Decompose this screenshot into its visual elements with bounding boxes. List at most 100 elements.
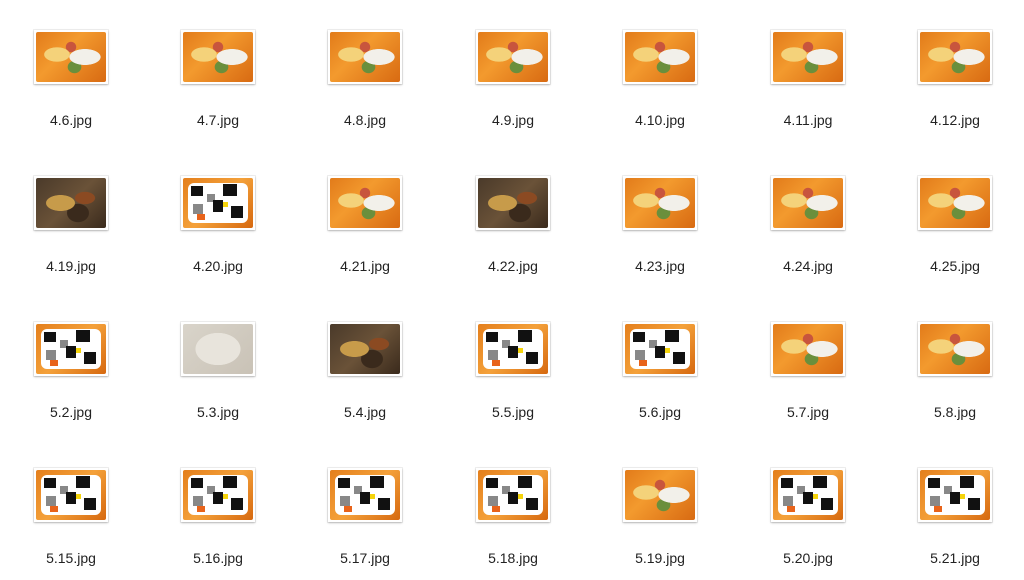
file-item[interactable]: 5.15.jpg	[11, 468, 131, 580]
file-name-label: 4.8.jpg	[343, 112, 387, 128]
thumbnail-frame[interactable]	[918, 30, 992, 84]
image-thumbnail	[183, 32, 253, 82]
image-thumbnail	[920, 32, 990, 82]
file-item[interactable]: 5.8.jpg	[895, 322, 1015, 452]
image-thumbnail	[773, 178, 843, 228]
thumbnail-frame[interactable]	[623, 468, 697, 522]
file-item[interactable]: 4.10.jpg	[600, 30, 720, 160]
file-item[interactable]: 4.12.jpg	[895, 30, 1015, 160]
thumbnail-frame[interactable]	[771, 30, 845, 84]
image-thumbnail	[330, 470, 400, 520]
thumbnail-frame[interactable]	[918, 322, 992, 376]
thumbnail-frame[interactable]	[328, 176, 402, 230]
file-item[interactable]: 4.23.jpg	[600, 176, 720, 306]
file-name-label: 5.15.jpg	[46, 550, 96, 566]
image-thumbnail	[330, 32, 400, 82]
file-name-label: 5.6.jpg	[638, 404, 682, 420]
thumbnail-frame[interactable]	[328, 468, 402, 522]
thumbnail-frame[interactable]	[771, 322, 845, 376]
file-item[interactable]: 4.25.jpg	[895, 176, 1015, 306]
image-thumbnail	[478, 324, 548, 374]
image-thumbnail	[625, 178, 695, 228]
image-thumbnail	[773, 324, 843, 374]
file-item[interactable]: 4.19.jpg	[11, 176, 131, 306]
thumbnail-frame[interactable]	[34, 30, 108, 84]
file-name-label: 4.9.jpg	[491, 112, 535, 128]
file-item[interactable]: 4.8.jpg	[305, 30, 425, 160]
thumbnail-frame[interactable]	[476, 322, 550, 376]
image-thumbnail	[183, 470, 253, 520]
thumbnail-frame[interactable]	[328, 30, 402, 84]
file-name-label: 4.23.jpg	[635, 258, 685, 274]
file-item[interactable]: 5.2.jpg	[11, 322, 131, 452]
thumbnail-frame[interactable]	[34, 176, 108, 230]
image-thumbnail	[330, 178, 400, 228]
image-thumbnail	[773, 470, 843, 520]
thumbnail-frame[interactable]	[476, 30, 550, 84]
image-thumbnail	[36, 178, 106, 228]
thumbnail-frame[interactable]	[181, 30, 255, 84]
file-name-label: 5.21.jpg	[930, 550, 980, 566]
image-thumbnail	[330, 324, 400, 374]
file-name-label: 5.2.jpg	[49, 404, 93, 420]
file-name-label: 5.8.jpg	[933, 404, 977, 420]
thumbnail-frame[interactable]	[771, 468, 845, 522]
image-thumbnail	[183, 178, 253, 228]
file-grid: 4.6.jpg 4.7.jpg 4.8.jpg 4.9.jpg 4.10.jpg 4.11…	[0, 0, 1024, 580]
file-name-label: 5.7.jpg	[786, 404, 830, 420]
file-item[interactable]: 5.19.jpg	[600, 468, 720, 580]
file-name-label: 4.12.jpg	[930, 112, 980, 128]
file-item[interactable]: 5.20.jpg	[748, 468, 868, 580]
file-name-label: 5.20.jpg	[783, 550, 833, 566]
file-name-label: 5.3.jpg	[196, 404, 240, 420]
thumbnail-frame[interactable]	[34, 322, 108, 376]
file-item[interactable]: 5.4.jpg	[305, 322, 425, 452]
file-item[interactable]: 4.9.jpg	[453, 30, 573, 160]
file-item[interactable]: 4.6.jpg	[11, 30, 131, 160]
thumbnail-frame[interactable]	[771, 176, 845, 230]
file-name-label: 4.11.jpg	[783, 112, 833, 128]
thumbnail-frame[interactable]	[181, 468, 255, 522]
thumbnail-frame[interactable]	[918, 468, 992, 522]
image-thumbnail	[625, 324, 695, 374]
file-item[interactable]: 5.16.jpg	[158, 468, 278, 580]
file-item[interactable]: 4.20.jpg	[158, 176, 278, 306]
file-item[interactable]: 4.11.jpg	[748, 30, 868, 160]
image-thumbnail	[36, 324, 106, 374]
thumbnail-frame[interactable]	[34, 468, 108, 522]
file-name-label: 4.21.jpg	[340, 258, 390, 274]
image-thumbnail	[625, 32, 695, 82]
file-item[interactable]: 5.7.jpg	[748, 322, 868, 452]
file-item[interactable]: 4.7.jpg	[158, 30, 278, 160]
image-thumbnail	[478, 178, 548, 228]
thumbnail-frame[interactable]	[476, 468, 550, 522]
image-thumbnail	[920, 470, 990, 520]
file-item[interactable]: 5.21.jpg	[895, 468, 1015, 580]
thumbnail-frame[interactable]	[918, 176, 992, 230]
file-item[interactable]: 5.6.jpg	[600, 322, 720, 452]
file-item[interactable]: 4.24.jpg	[748, 176, 868, 306]
thumbnail-frame[interactable]	[476, 176, 550, 230]
thumbnail-frame[interactable]	[181, 322, 255, 376]
thumbnail-frame[interactable]	[623, 176, 697, 230]
file-item[interactable]: 5.17.jpg	[305, 468, 425, 580]
file-item[interactable]: 4.22.jpg	[453, 176, 573, 306]
file-item[interactable]: 4.21.jpg	[305, 176, 425, 306]
thumbnail-frame[interactable]	[328, 322, 402, 376]
thumbnail-frame[interactable]	[623, 322, 697, 376]
file-item[interactable]: 5.5.jpg	[453, 322, 573, 452]
file-name-label: 4.22.jpg	[488, 258, 538, 274]
image-thumbnail	[36, 470, 106, 520]
file-name-label: 4.25.jpg	[930, 258, 980, 274]
thumbnail-frame[interactable]	[181, 176, 255, 230]
file-name-label: 4.10.jpg	[635, 112, 685, 128]
image-thumbnail	[183, 324, 253, 374]
file-name-label: 4.7.jpg	[196, 112, 240, 128]
image-thumbnail	[625, 470, 695, 520]
image-thumbnail	[36, 32, 106, 82]
file-name-label: 4.24.jpg	[783, 258, 833, 274]
image-thumbnail	[920, 178, 990, 228]
file-item[interactable]: 5.18.jpg	[453, 468, 573, 580]
file-item[interactable]: 5.3.jpg	[158, 322, 278, 452]
thumbnail-frame[interactable]	[623, 30, 697, 84]
